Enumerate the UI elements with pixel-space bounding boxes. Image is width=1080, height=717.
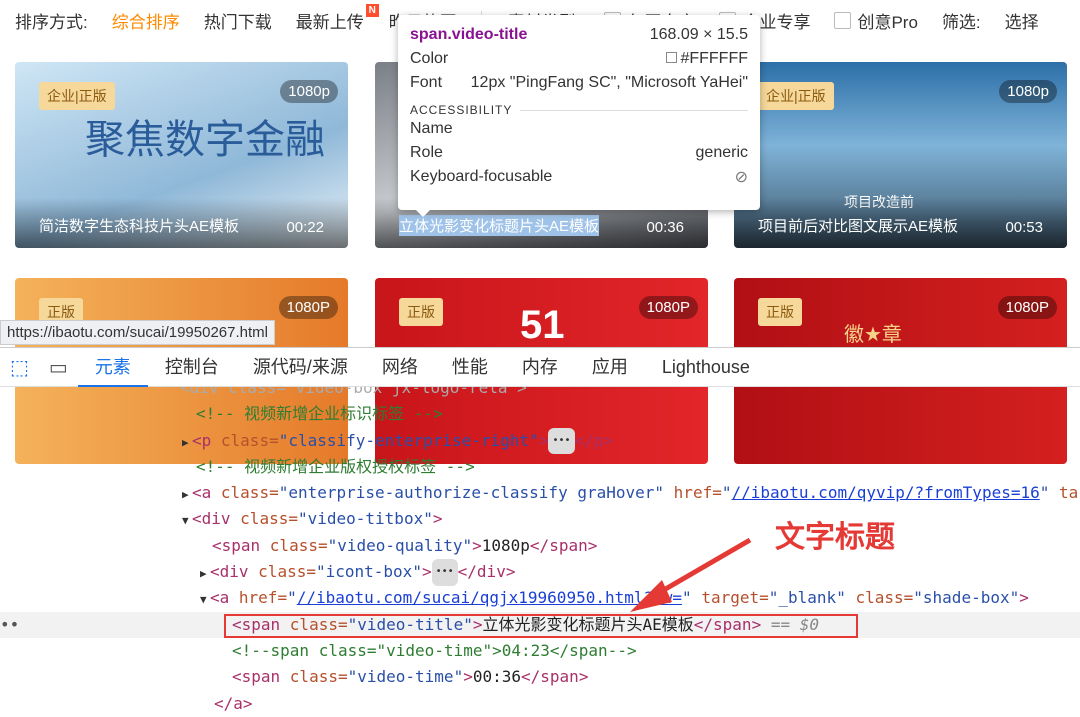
tab-elements[interactable]: 元素 [77,347,148,387]
tooltip-size: 168.09 × 15.5 [649,26,748,43]
thumbnail-art: 徽★章 [844,324,902,346]
code-line[interactable]: ▶ <p class="classify-enterprise-right"> ••… [0,427,1080,456]
code-comment[interactable]: <!-- 视频新增企业版权授权标签 --> [0,454,1080,480]
quality-badge: 1080P [278,296,338,319]
tooltip-color-label: Color [410,50,449,67]
tooltip-name-label: Name [410,120,453,137]
quality-badge: 1080P [638,296,698,319]
video-title[interactable]: 立体光影变化标题片头AE模板 [399,215,600,236]
code-line[interactable]: ▼ <div class="video-titbox"> [0,506,1080,532]
tab-memory[interactable]: 内存 [505,347,575,387]
sort-comprehensive[interactable]: 综合排序 [112,8,180,33]
tag-badge: 正版 [758,298,802,326]
code-line[interactable]: </a> [0,691,1080,717]
device-toolbar-icon[interactable]: ▭ [39,355,78,380]
sort-newest[interactable]: 最新上传 [296,8,364,33]
inspect-element-icon[interactable]: ⬚ [0,355,39,380]
tooltip-font-value: 12px "PingFang SC", "Microsoft YaHei" [470,74,748,91]
ellipsis-button[interactable]: ••• [548,427,575,455]
sort-label: 排序方式: [15,12,88,32]
tooltip-selector: span.video-title [410,26,528,43]
video-title[interactable]: 简洁数字生态科技片头AE模板 [39,215,239,236]
code-comment[interactable]: <!--span class="video-time">04:23</span-… [0,638,1080,664]
video-time: 00:36 [646,219,684,236]
tooltip-section: ACCESSIBILITY [410,103,513,117]
collapse-triangle-icon[interactable]: ▼ [200,587,210,613]
quality-badge: 1080p [280,80,338,103]
video-card[interactable]: 项目改造前 企业|正版 1080p 项目前后对比图文展示AE模板 00:53 [734,62,1067,248]
inspect-tooltip: span.video-title 168.09 × 15.5 Color #FFFF… [398,15,760,217]
video-time: 00:53 [1005,219,1043,236]
new-badge: N [365,3,379,17]
devtools-tabbar: ⬚ ▭ 元素 控制台 源代码/来源 网络 性能 内存 应用 Lighthouse [0,347,1080,387]
tooltip-color-value: #FFFFFF [680,50,748,67]
tab-lighthouse[interactable]: Lighthouse [645,347,767,387]
tooltip-font-label: Font [410,74,443,91]
tag-badge: 企业|正版 [39,82,115,110]
elements-tree: <div class="video-box jx-logo-rela"> <!-… [0,375,1080,717]
highlight-box [224,614,858,638]
sort-hot[interactable]: 热门下载 [204,8,272,33]
video-card[interactable]: 聚焦数字金融 企业|正版 1080p 简洁数字生态科技片头AE模板 00:22 [15,62,348,248]
code-line[interactable]: <span class="video-quality">1080p</span> [0,533,1080,559]
tab-console[interactable]: 控制台 [148,347,236,387]
tag-badge: 企业|正版 [758,82,834,110]
not-allowed-icon: ⊘ [734,169,748,186]
annotation-label: 文字标题 [775,521,895,554]
thumbnail-art: 聚焦数字金融 [85,117,325,163]
tab-application[interactable]: 应用 [575,347,645,387]
tooltip-focus-label: Keyboard-focusable [410,168,553,185]
ellipsis-button[interactable]: ••• [431,559,458,586]
thumbnail-art: 51 [520,303,565,347]
code-line[interactable]: ▼ <a href="//ibaotu.com/sucai/qgjx1996095… [0,585,1080,611]
video-title[interactable]: 项目前后对比图文展示AE模板 [758,215,958,236]
video-time: 00:22 [286,219,324,236]
tooltip-role-value: generic [695,144,748,161]
tag-badge: 正版 [399,298,443,326]
tab-network[interactable]: 网络 [365,347,435,387]
quality-badge: 1080p [999,80,1057,103]
expand-triangle-icon[interactable]: ▶ [200,561,210,587]
collapse-triangle-icon[interactable]: ▼ [182,508,192,534]
expand-triangle-icon[interactable]: ▶ [182,430,192,456]
tab-sources[interactable]: 源代码/来源 [236,347,365,387]
code-line[interactable]: ▶ <div class="icont-box"> ••• </div> [0,559,1080,587]
color-swatch-icon [666,52,678,63]
code-line[interactable]: <span class="video-time">00:36</span> [0,664,1080,690]
code-line[interactable]: ▶ <a class="enterprise-authorize-classify… [0,480,1080,506]
select-dropdown[interactable]: 选择 [1005,8,1039,33]
status-url: https://ibaotu.com/sucai/19950267.html [0,320,275,345]
tab-performance[interactable]: 性能 [435,347,505,387]
quality-badge: 1080P [997,296,1057,319]
screen-label: 筛选: [941,12,981,32]
tooltip-role-label: Role [410,144,443,161]
type-checkbox-pro[interactable]: 创意Pro [834,8,918,33]
annotation-arrow-icon [630,537,752,612]
expand-triangle-icon[interactable]: ▶ [182,482,192,508]
code-comment[interactable]: <!-- 视频新增企业标识标签 --> [0,401,1080,427]
